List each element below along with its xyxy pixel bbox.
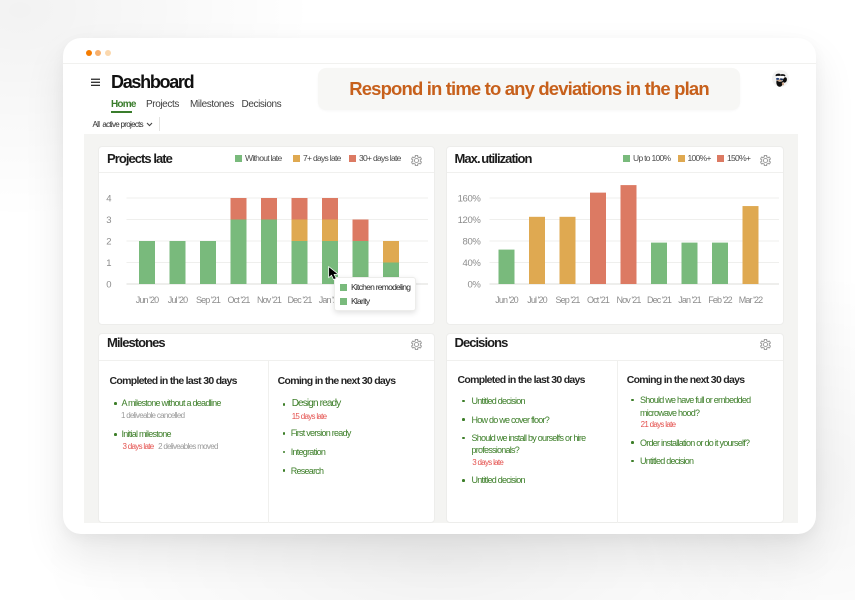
- svg-text:Sep '21: Sep '21: [555, 295, 580, 305]
- svg-text:80%: 80%: [462, 236, 481, 247]
- svg-text:160%: 160%: [457, 193, 481, 204]
- svg-text:Oct '21: Oct '21: [587, 295, 610, 305]
- svg-text:3: 3: [106, 215, 111, 226]
- svg-text:Jul '20: Jul '20: [527, 295, 547, 305]
- svg-text:Oct '21: Oct '21: [228, 295, 251, 305]
- svg-text:Nov '21: Nov '21: [616, 295, 641, 305]
- svg-text:Jun '20: Jun '20: [136, 295, 159, 305]
- svg-text:4: 4: [106, 193, 111, 204]
- svg-text:Jan '21: Jan '21: [678, 295, 701, 305]
- svg-text:Feb '22: Feb '22: [708, 295, 732, 305]
- svg-text:40%: 40%: [462, 258, 481, 269]
- svg-text:120%: 120%: [457, 215, 481, 226]
- svg-text:Dec '21: Dec '21: [288, 295, 313, 305]
- svg-text:0%: 0%: [467, 279, 481, 290]
- svg-text:2: 2: [106, 236, 111, 247]
- svg-text:1: 1: [106, 258, 111, 269]
- svg-text:Nov '21: Nov '21: [257, 295, 282, 305]
- svg-text:Dec '21: Dec '21: [647, 295, 672, 305]
- svg-text:Jul '20: Jul '20: [168, 295, 188, 305]
- svg-text:Sep '21: Sep '21: [196, 295, 221, 305]
- svg-text:Jun '20: Jun '20: [495, 295, 518, 305]
- svg-text:Mar '22: Mar '22: [738, 295, 762, 305]
- svg-text:0: 0: [106, 279, 111, 290]
